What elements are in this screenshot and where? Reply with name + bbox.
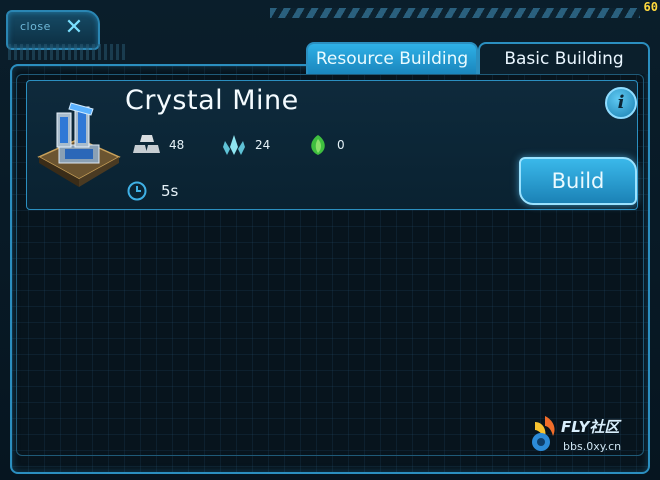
leaf-icon (311, 135, 325, 155)
metal-bars-icon (133, 135, 160, 153)
cost-energy-value: 0 (337, 138, 345, 152)
cost-metal: 48 (133, 133, 184, 157)
watermark: FLY社区 bbs.0xy.cn (527, 412, 652, 470)
crystal-icon (223, 135, 245, 155)
watermark-logo-icon (532, 416, 555, 451)
building-name: Crystal Mine (125, 85, 299, 116)
watermark-url: bbs.0xy.cn (563, 440, 622, 453)
tab-resource-building[interactable]: Resource Building (306, 42, 478, 74)
fps-counter: 60 (643, 0, 658, 14)
cost-metal-value: 48 (169, 138, 185, 152)
cost-crystal-value: 24 (255, 138, 271, 152)
tab-basic-building[interactable]: Basic Building (478, 42, 650, 74)
crystal-mine-building-icon (37, 102, 121, 187)
building-card-crystal-mine[interactable]: Crystal Mine i 48 24 0 5s Build (26, 80, 638, 210)
decorative-stripe (270, 8, 640, 18)
cost-crystal: 24 (221, 133, 270, 157)
decorative-text-strip (8, 44, 128, 60)
info-button[interactable]: i (605, 87, 637, 119)
build-time-value: 5s (161, 182, 179, 200)
clock-icon (127, 181, 147, 201)
close-icon: ✕ (64, 15, 84, 40)
watermark-title: FLY社区 (561, 418, 620, 436)
cost-energy: 0 (307, 133, 345, 157)
close-label: close (20, 20, 51, 33)
build-time: 5s (127, 181, 178, 201)
build-button[interactable]: Build (519, 157, 637, 205)
